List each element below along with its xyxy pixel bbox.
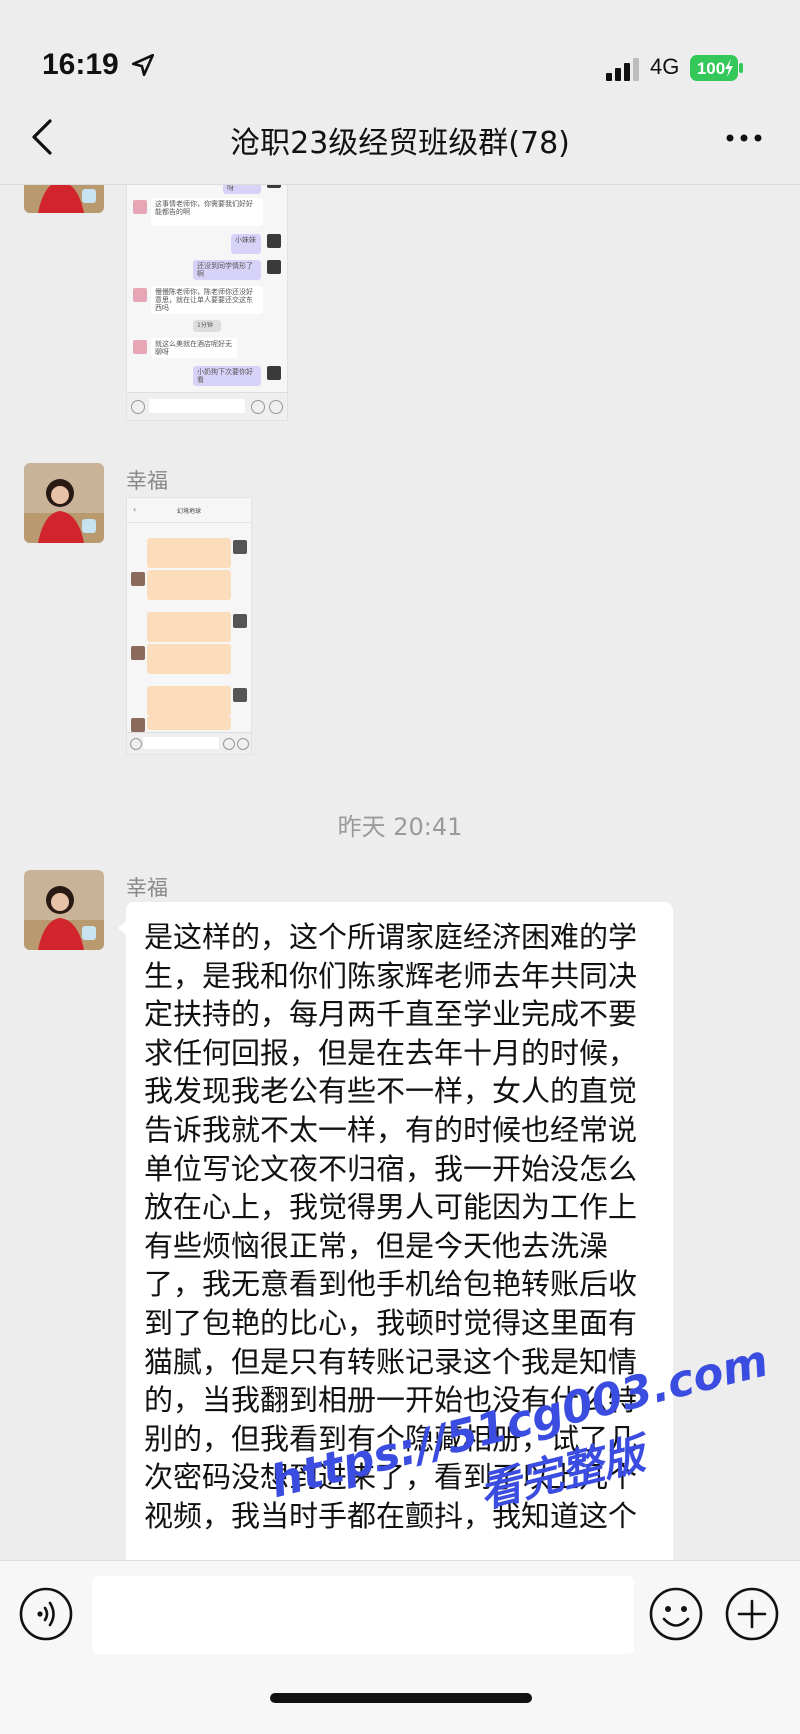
mini-avatar (233, 540, 247, 554)
more-options-icon[interactable] (724, 132, 764, 144)
mini-transfer-card (147, 686, 231, 716)
mini-transfer-card (147, 716, 231, 730)
mini-avatar (267, 366, 281, 380)
mini-bubble: 还没到同学情形了啊 (193, 260, 261, 280)
mini-bubble: 这事情老师你，你需要我们好好能都告的啊 (151, 198, 263, 226)
mini-avatar (131, 646, 145, 660)
mini-avatar (133, 288, 147, 302)
mini-avatar (267, 185, 281, 188)
avatar[interactable] (24, 870, 104, 950)
sender-name: 幸福 (126, 469, 168, 493)
mini-bubble: 小奶狗下次要你好看 (193, 366, 261, 386)
network-type: 4G (650, 54, 680, 79)
avatar[interactable] (24, 185, 104, 213)
battery-icon: 100 (690, 55, 743, 81)
mini-bubble: 小妹妹 (231, 234, 261, 254)
status-time: 16:19 (42, 48, 119, 81)
avatar[interactable] (24, 463, 104, 543)
sender-name: 幸福 (126, 876, 168, 900)
mini-avatar (131, 718, 145, 732)
voice-input-icon[interactable] (18, 1586, 74, 1642)
message-input[interactable] (92, 1576, 634, 1654)
mini-avatar (131, 572, 145, 586)
avatar-photo (24, 870, 104, 950)
mini-input-bar (127, 392, 287, 420)
mini-transfer-card (147, 612, 231, 642)
mini-input-bar (127, 732, 251, 754)
mini-avatar (267, 260, 281, 274)
battery-level: 100 (697, 59, 725, 78)
mini-avatar (133, 340, 147, 354)
timestamp-divider: 昨天 20:41 (337, 813, 463, 841)
mini-transfer-card (147, 644, 231, 674)
mini-avatar (133, 200, 147, 214)
location-arrow-icon (131, 53, 155, 77)
mini-avatar (233, 688, 247, 702)
chat-title: 沧职23级经贸班级群(78) (230, 126, 570, 161)
add-attachment-icon[interactable] (724, 1586, 780, 1642)
mini-transfer-card (147, 538, 231, 568)
avatar-photo (24, 185, 104, 213)
mini-avatar (267, 234, 281, 248)
emoji-icon[interactable] (648, 1586, 704, 1642)
home-indicator[interactable] (270, 1693, 532, 1703)
status-bar (0, 0, 800, 100)
mini-bubble: 就这么美就在酒店呢好无聊呀 (151, 338, 237, 358)
chat-screenshot-image[interactable]: 等她回她呀 这事情老师你，你需要我们好好能都告的啊 小妹妹 还没到同学情形了啊 … (126, 185, 288, 421)
mini-bubble: 慢慢陈老师你，陈老师你还没好意思，就在让单人要要还交这东西吗 (151, 286, 263, 314)
mini-bubble: 等她回她呀 (223, 185, 261, 194)
signal-icon (606, 58, 639, 81)
mini-time-label: 1分钟 (193, 320, 221, 332)
mini-avatar (233, 614, 247, 628)
chat-screenshot-image[interactable]: ‹ 幻境地球 (126, 497, 252, 755)
mini-transfer-card (147, 570, 231, 600)
avatar-photo (24, 463, 104, 543)
mini-nav-bar: ‹ 幻境地球 (127, 498, 251, 523)
